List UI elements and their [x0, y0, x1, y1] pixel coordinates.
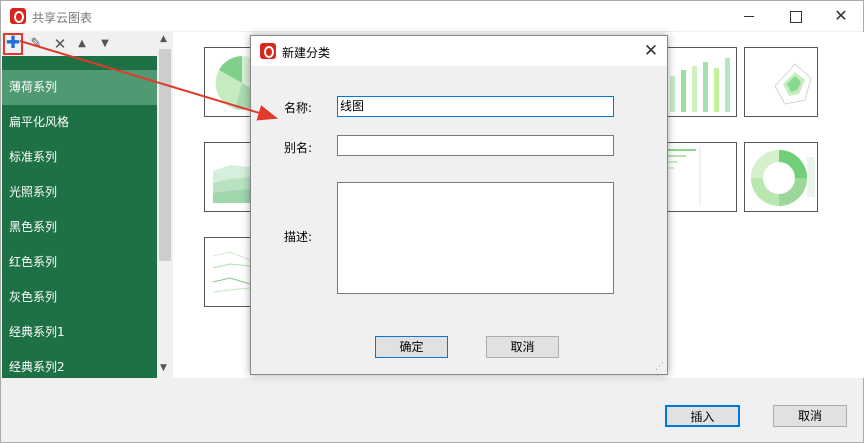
scroll-thumb[interactable] [159, 49, 171, 261]
arrow-down-icon[interactable]: ▼ [96, 34, 114, 54]
maximize-button[interactable] [772, 1, 818, 31]
insert-button[interactable]: 插入 [665, 405, 740, 427]
sidebar-item-gray[interactable]: 灰色系列 [2, 280, 157, 315]
dialog-logo-icon [260, 43, 276, 59]
cancel-button[interactable]: 取消 [773, 405, 847, 427]
dialog-ok-button[interactable]: 确定 [375, 336, 448, 358]
donut-chart-thumbnail-graphic [751, 150, 815, 206]
description-label: 描述: [284, 230, 313, 244]
chart-thumbnail-donut[interactable] [744, 142, 818, 212]
edit-icon[interactable]: ✎ [27, 34, 45, 54]
resize-grip-icon[interactable]: ⋰ [655, 362, 664, 372]
sidebar-item-classic-2[interactable]: 经典系列2 [2, 350, 157, 378]
name-label: 名称: [284, 101, 313, 115]
chart-thumbnail-stacked-bar[interactable] [663, 47, 737, 117]
description-field[interactable] [337, 182, 614, 294]
dialog-close-icon[interactable]: ✕ [639, 40, 663, 62]
sidebar-item-light[interactable]: 光照系列 [2, 175, 157, 210]
title-bar: 共享云图表 ✕ [1, 1, 863, 31]
dialog-cancel-button[interactable]: 取消 [486, 336, 559, 358]
sidebar-item-red[interactable]: 红色系列 [2, 245, 157, 280]
toolbar: ✚ ✎ ✕ ▲ ▼ [2, 32, 172, 56]
close-button[interactable]: ✕ [818, 1, 864, 31]
alias-label: 别名: [284, 141, 313, 155]
alias-field[interactable] [337, 135, 614, 156]
app-logo-icon [10, 8, 26, 24]
sidebar-item-black[interactable]: 黑色系列 [2, 210, 157, 245]
bar-chart-thumbnail-graphic [670, 58, 730, 112]
scroll-up-icon[interactable]: ▲ [160, 34, 167, 44]
sidebar-item-standard[interactable]: 标准系列 [2, 140, 157, 175]
arrow-up-icon[interactable]: ▲ [73, 34, 91, 54]
sidebar-item-flat[interactable]: 扁平化风格 [2, 105, 157, 140]
chart-thumbnail-radar[interactable] [744, 47, 818, 117]
sidebar-item-classic-1[interactable]: 经典系列1 [2, 315, 157, 350]
sidebar-scrollbar[interactable]: ▲ ▼ [157, 32, 173, 378]
chart-thumbnail-horizontal-bar[interactable] [663, 142, 737, 212]
category-sidebar: 薄荷系列 扁平化风格 标准系列 光照系列 黑色系列 红色系列 灰色系列 经典系列… [2, 56, 157, 378]
sidebar-item-mint[interactable]: 薄荷系列 [2, 70, 157, 105]
category-list: 薄荷系列 扁平化风格 标准系列 光照系列 黑色系列 红色系列 灰色系列 经典系列… [2, 70, 157, 378]
delete-icon[interactable]: ✕ [51, 34, 69, 54]
scroll-down-icon[interactable]: ▼ [160, 363, 167, 373]
horizontal-bar-thumbnail-graphic [664, 147, 701, 205]
dialog-title-bar: 新建分类 ✕ [251, 36, 667, 66]
radar-chart-thumbnail-graphic [774, 63, 812, 105]
dialog-title: 新建分类 [282, 46, 331, 60]
plus-icon[interactable]: ✚ [3, 33, 23, 55]
minimize-button[interactable] [726, 1, 772, 31]
window-title: 共享云图表 [32, 11, 93, 25]
new-category-dialog: 新建分类 ✕ 名称: 线图 别名: 描述: 确定 取消 ⋰ [250, 35, 668, 375]
name-field[interactable]: 线图 [337, 96, 614, 117]
